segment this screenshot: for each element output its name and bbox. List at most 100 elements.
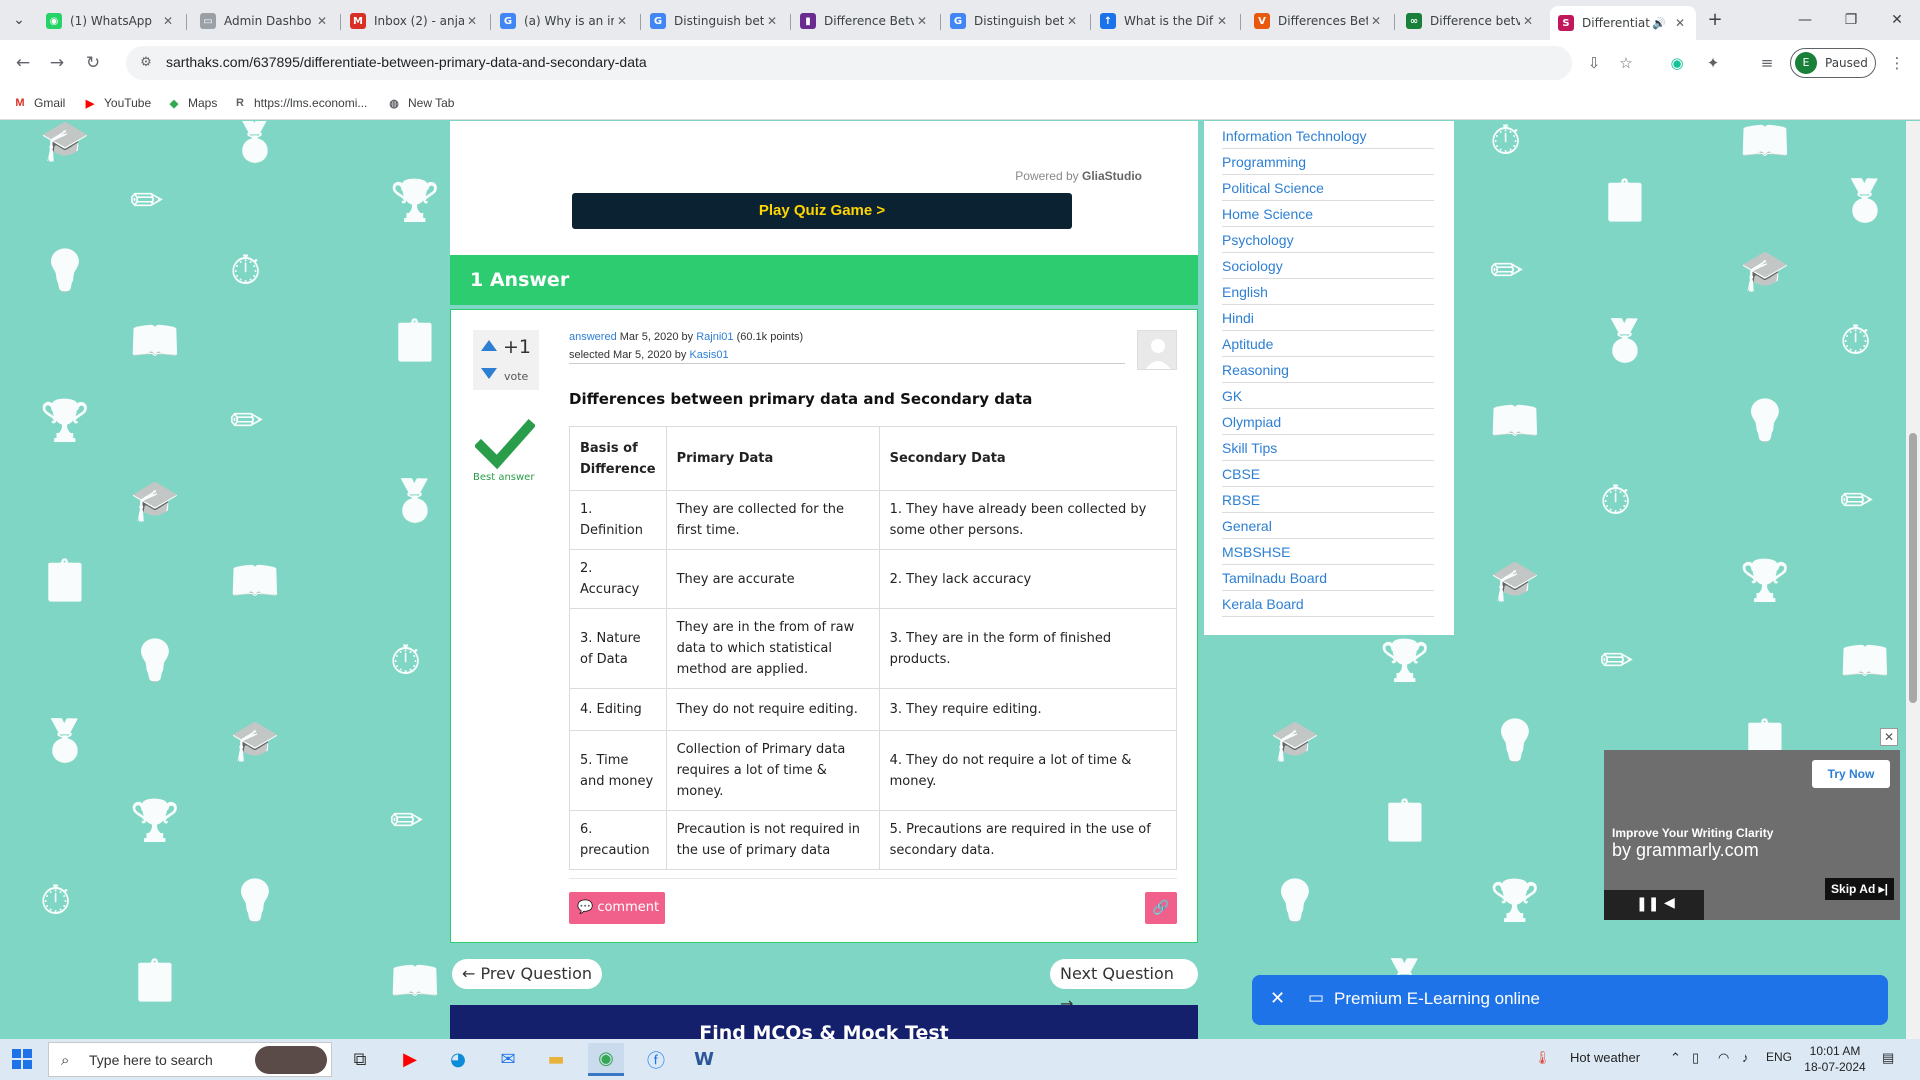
- tray-overflow-icon[interactable]: ⌃: [1670, 1050, 1681, 1066]
- site-info-icon[interactable]: ⚙: [138, 55, 154, 71]
- audio-playing-icon[interactable]: 🔊: [1652, 17, 1666, 30]
- media-controls-icon[interactable]: ≡: [1756, 52, 1778, 74]
- chrome-app-icon[interactable]: ◉: [588, 1043, 624, 1076]
- install-app-icon[interactable]: ⇩: [1584, 54, 1604, 72]
- sidebar-category-link[interactable]: General: [1222, 513, 1434, 539]
- mail-app-icon[interactable]: ✉: [490, 1043, 526, 1076]
- sidebar-category-link[interactable]: Olympiad: [1222, 409, 1434, 435]
- tab[interactable]: V Differences Bet ✕: [1246, 6, 1392, 36]
- file-explorer-icon[interactable]: ▬: [538, 1043, 574, 1076]
- weather-icon[interactable]: 🌡: [1534, 1050, 1551, 1066]
- back-button[interactable]: ←: [10, 50, 36, 76]
- answerer-link[interactable]: Rajni01: [696, 331, 733, 343]
- windows-start-icon[interactable]: [12, 1049, 32, 1069]
- sidebar-category-link[interactable]: Skill Tips: [1222, 435, 1434, 461]
- bookmark-item[interactable]: M Gmail: [12, 94, 65, 112]
- next-question-button[interactable]: Next Question →: [1050, 959, 1198, 1013]
- upvote-button[interactable]: [481, 340, 497, 351]
- sidebar-category-link[interactable]: Reasoning: [1222, 357, 1434, 383]
- sidebar-category-link[interactable]: Tamilnadu Board: [1222, 565, 1434, 591]
- close-window-button[interactable]: ✕: [1882, 8, 1912, 32]
- bookmark-item[interactable]: ◆ Maps: [166, 94, 218, 112]
- sidebar-category-link[interactable]: Psychology: [1222, 227, 1434, 253]
- tab[interactable]: ◉ (1) WhatsApp ✕: [38, 6, 184, 36]
- forward-button[interactable]: →: [44, 50, 70, 76]
- ad-close-button[interactable]: ✕: [1880, 728, 1898, 746]
- menu-icon[interactable]: ⋮: [1886, 52, 1908, 74]
- tab[interactable]: G Distinguish bet ✕: [942, 6, 1088, 36]
- sidebar-category-link[interactable]: English: [1222, 279, 1434, 305]
- sidebar-category-link[interactable]: Home Science: [1222, 201, 1434, 227]
- prev-question-button[interactable]: ← Prev Question: [452, 959, 603, 989]
- comment-button[interactable]: 💬 comment: [569, 892, 665, 924]
- tab-close-icon[interactable]: ✕: [614, 14, 630, 28]
- tab-close-icon[interactable]: ✕: [1672, 16, 1688, 30]
- tab-close-icon[interactable]: ✕: [1064, 14, 1080, 28]
- restore-button[interactable]: ❐: [1836, 8, 1866, 32]
- tab-close-icon[interactable]: ✕: [914, 14, 930, 28]
- tab-search-button[interactable]: ⌄: [4, 8, 34, 32]
- sidebar-category-link[interactable]: Political Science: [1222, 175, 1434, 201]
- bookmark-item[interactable]: ◍ New Tab: [386, 94, 454, 112]
- sidebar-category-link[interactable]: MSBSHSE: [1222, 539, 1434, 565]
- sidebar-category-link[interactable]: RBSE: [1222, 487, 1434, 513]
- weather-text[interactable]: Hot weather: [1570, 1050, 1640, 1065]
- sidebar-category-link[interactable]: Kerala Board: [1222, 591, 1434, 617]
- sidebar-category-link[interactable]: Information Technology: [1222, 123, 1434, 149]
- volume-tray-icon[interactable]: ♪: [1742, 1050, 1749, 1065]
- bookmark-star-icon[interactable]: ☆: [1616, 54, 1636, 72]
- selector-link[interactable]: Kasis01: [689, 349, 728, 361]
- wifi-icon[interactable]: ◠: [1718, 1050, 1729, 1066]
- tab[interactable]: ∞ Difference betv ✕: [1398, 6, 1544, 36]
- sidebar-category-link[interactable]: Aptitude: [1222, 331, 1434, 357]
- bookmark-item[interactable]: Rhttps://lms.economi...: [232, 94, 367, 112]
- edge-app-icon[interactable]: ◕: [440, 1043, 476, 1076]
- youtube-app-icon[interactable]: ▶: [392, 1043, 428, 1076]
- clock[interactable]: 10:01 AM 18-07-2024: [1800, 1043, 1870, 1075]
- downvote-button[interactable]: [481, 368, 497, 379]
- sidebar-category-link[interactable]: Programming: [1222, 149, 1434, 175]
- volume-icon[interactable]: ◀: [1664, 895, 1675, 911]
- mcq-banner[interactable]: Find MCQs & Mock Test: [450, 1005, 1198, 1039]
- video-ad[interactable]: Try Now Improve Your Writing Clarity by …: [1604, 750, 1900, 920]
- page-scrollbar[interactable]: [1906, 121, 1920, 1039]
- close-icon[interactable]: ✕: [1270, 988, 1285, 1009]
- tab-close-icon[interactable]: ✕: [314, 14, 330, 28]
- tab-close-icon[interactable]: ✕: [464, 14, 480, 28]
- play-quiz-button[interactable]: Play Quiz Game >: [572, 193, 1072, 229]
- reload-button[interactable]: ↻: [80, 50, 106, 76]
- tab[interactable]: M Inbox (2) - anja ✕: [342, 6, 488, 36]
- sidebar-category-link[interactable]: GK: [1222, 383, 1434, 409]
- task-view-icon[interactable]: ⧉: [342, 1043, 378, 1076]
- user-avatar[interactable]: [1137, 330, 1177, 370]
- grammarly-extension-icon[interactable]: ◉: [1666, 52, 1688, 74]
- share-link-button[interactable]: 🔗: [1145, 892, 1177, 924]
- scroll-thumb[interactable]: [1909, 433, 1917, 703]
- language-indicator[interactable]: ENG: [1766, 1050, 1792, 1064]
- facebook-app-icon[interactable]: ⓕ: [638, 1043, 674, 1076]
- answered-link[interactable]: answered: [569, 331, 617, 343]
- new-tab-button[interactable]: +: [1700, 8, 1730, 32]
- tab[interactable]: ▭ Admin Dashbo ✕: [192, 6, 338, 36]
- tab-close-icon[interactable]: ✕: [1368, 14, 1384, 28]
- bookmark-item[interactable]: ▶ YouTube: [82, 94, 151, 112]
- word-app-icon[interactable]: W: [686, 1043, 722, 1076]
- tab[interactable]: ▮ Difference Betv ✕: [792, 6, 938, 36]
- sidebar-category-link[interactable]: Hindi: [1222, 305, 1434, 331]
- minimize-button[interactable]: —: [1790, 8, 1820, 32]
- tab[interactable]: G Distinguish bet ✕: [642, 6, 788, 36]
- notification-icon[interactable]: ▤: [1882, 1050, 1894, 1066]
- sidebar-category-link[interactable]: CBSE: [1222, 461, 1434, 487]
- address-bar[interactable]: ⚙ sarthaks.com/637895/differentiate-betw…: [126, 46, 1633, 80]
- tab-close-icon[interactable]: ✕: [1520, 14, 1536, 28]
- battery-icon[interactable]: ▯: [1692, 1050, 1699, 1066]
- tab-close-icon[interactable]: ✕: [160, 14, 176, 28]
- skip-ad-button[interactable]: Skip Ad ▸|: [1825, 878, 1894, 900]
- tab-close-icon[interactable]: ✕: [764, 14, 780, 28]
- tab[interactable]: ↑ What is the Dif ✕: [1092, 6, 1238, 36]
- ad-try-now-button[interactable]: Try Now: [1812, 760, 1890, 788]
- extensions-icon[interactable]: ✦: [1702, 52, 1724, 74]
- promo-bar[interactable]: ✕ ▭ Premium E-Learning online: [1252, 975, 1888, 1025]
- tab[interactable]: G (a) Why is an ir ✕: [492, 6, 638, 36]
- taskbar-search[interactable]: ⌕ Type here to search: [48, 1042, 332, 1077]
